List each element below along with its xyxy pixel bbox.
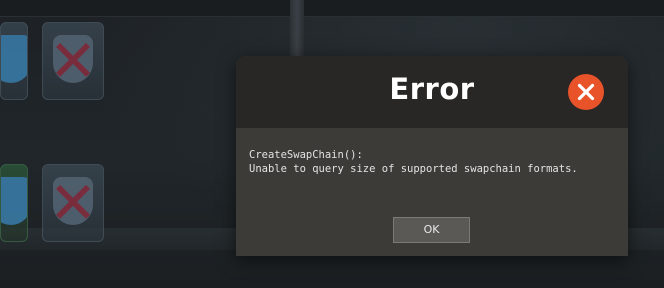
card-x-mark-icon: ✕ — [48, 169, 98, 237]
error-message: CreateSwapChain(): Unable to query size … — [249, 148, 578, 176]
card-shield-graphic — [1, 35, 27, 83]
ok-button[interactable]: OK — [393, 217, 470, 243]
background-card: ✕ — [42, 164, 104, 242]
background-card — [0, 164, 28, 242]
error-message-line: CreateSwapChain(): — [249, 149, 363, 161]
background-pipe — [290, 0, 304, 60]
dialog-header: Error — [236, 56, 628, 128]
background-card — [0, 22, 28, 100]
close-icon — [577, 83, 595, 101]
error-dialog: Error CreateSwapChain(): Unable to query… — [236, 56, 628, 256]
error-message-line: Unable to query size of supported swapch… — [249, 163, 578, 175]
background-top-strip — [0, 0, 664, 17]
close-button[interactable] — [568, 74, 604, 110]
background-card: ✕ — [42, 22, 104, 100]
card-x-mark-icon: ✕ — [48, 27, 98, 95]
card-shield-graphic — [1, 177, 27, 225]
